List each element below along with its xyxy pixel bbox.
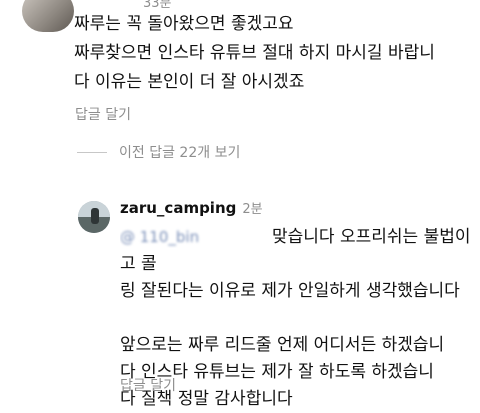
reply-username[interactable]: zaru_camping [120, 199, 236, 217]
reply-timestamp: 2분 [242, 202, 263, 217]
view-replies-label: 이전 답글 22개 보기 [119, 145, 241, 161]
reply-button-2[interactable]: 답글 달기 [120, 375, 176, 395]
view-previous-replies[interactable]: 이전 답글 22개 보기 [77, 142, 240, 162]
reply-button[interactable]: 답글 달기 [75, 104, 131, 124]
reply-author-avatar[interactable] [78, 201, 110, 233]
divider-line [77, 151, 107, 153]
comment-text: 짜루는 꼭 돌아왔으면 좋겠고요 짜루찾으면 인스타 유튜브 절대 하지 마시길… [74, 14, 435, 92]
commenter-avatar[interactable] [22, 0, 74, 32]
reply-header: zaru_camping 2분 [120, 198, 263, 217]
reply-text-first-line: 맞습니다 오프리쉬는 불법이고 콜 [120, 227, 471, 274]
